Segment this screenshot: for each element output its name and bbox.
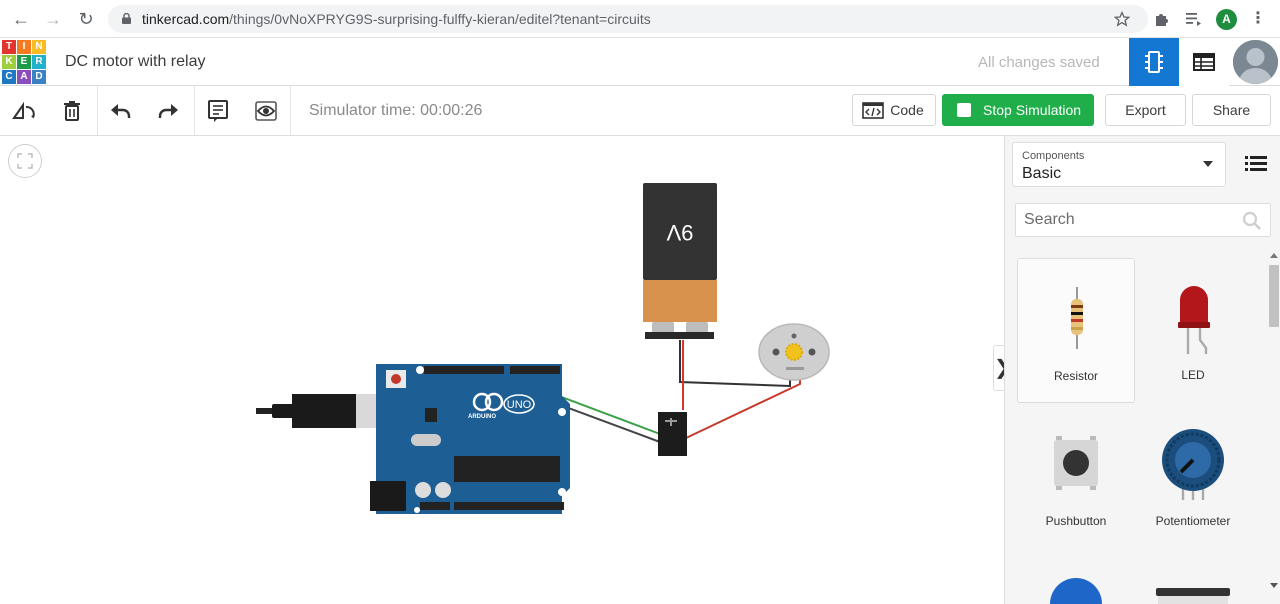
components-dropdown-label: Components [1022, 150, 1085, 162]
component-pushbutton[interactable]: Pushbutton [1017, 404, 1135, 549]
logo-letter-tile: T [2, 40, 16, 54]
component-name: Pushbutton [1045, 514, 1107, 528]
components-dropdown[interactable]: Components Basic [1012, 142, 1226, 187]
battery-9v [643, 183, 717, 339]
dc-motor [758, 323, 830, 381]
share-button[interactable]: Share [1192, 94, 1271, 126]
user-silhouette-icon [1233, 40, 1278, 84]
delete-icon[interactable] [59, 98, 85, 124]
user-avatar[interactable] [1233, 40, 1278, 84]
stop-simulation-button[interactable]: Stop Simulation [942, 94, 1094, 126]
component-search[interactable] [1015, 203, 1271, 237]
stop-icon [957, 103, 971, 117]
circuit-view-button[interactable] [1129, 38, 1179, 86]
reload-icon[interactable]: ↻ [76, 9, 96, 29]
reading-list-icon[interactable] [1185, 10, 1203, 28]
browser-menu-icon[interactable]: ⋮ [1248, 9, 1268, 29]
code-button-label: Code [890, 102, 924, 118]
extensions-icon[interactable] [1153, 10, 1171, 28]
component-resistor[interactable]: Resistor [1017, 258, 1135, 403]
schematic-view-button[interactable] [1179, 38, 1229, 86]
battery-label: 9V [666, 220, 693, 245]
pushbutton-icon [1054, 436, 1098, 490]
code-icon [862, 102, 884, 119]
profile-avatar[interactable]: A [1216, 9, 1237, 30]
scroll-down-icon[interactable] [1270, 583, 1278, 588]
components-panel: Components Basic Resistor [1004, 136, 1280, 604]
arduino-model: UNO [507, 399, 532, 411]
tinkercad-logo[interactable]: TIN KER CAD [2, 40, 46, 84]
arduino-uno [370, 364, 570, 514]
rotate-icon[interactable] [11, 98, 37, 124]
logo-letter-tile: A [17, 70, 31, 84]
notes-icon[interactable] [205, 98, 231, 124]
url-text: tinkercad.com/things/0vNoXPRYG9S-surpris… [142, 11, 651, 27]
back-icon[interactable]: ← [11, 9, 31, 29]
bookmark-star-icon[interactable] [1114, 11, 1130, 27]
logo-letter-tile: E [17, 55, 31, 69]
code-button[interactable]: Code [852, 94, 936, 126]
browser-toolbar: ← → ↻ tinkercad.com/things/0vNoXPRYG9S-s… [0, 0, 1280, 38]
relay [658, 412, 687, 456]
toolbar-divider [290, 86, 291, 136]
editor-toolbar: Simulator time: 00:00:26 Code Stop Simul… [0, 86, 1280, 136]
url-path: /things/0vNoXPRYG9S-surprising-fulffy-ki… [229, 11, 651, 27]
url-domain: tinkercad.com [142, 11, 230, 27]
wire-red-motor [685, 380, 801, 439]
toolbar-divider [194, 86, 195, 136]
potentiometer-icon [1162, 429, 1224, 500]
panel-scrollbar[interactable] [1267, 253, 1280, 604]
search-input[interactable] [1016, 204, 1236, 236]
resistor-icon [1071, 287, 1083, 349]
export-button[interactable]: Export [1105, 94, 1186, 126]
save-status: All changes saved [978, 54, 1100, 71]
stop-simulation-label: Stop Simulation [983, 102, 1082, 118]
component-name: Resistor [1053, 369, 1098, 383]
led-icon [1178, 286, 1210, 354]
component-name: LED [1181, 368, 1205, 382]
lock-icon [122, 13, 131, 24]
blue-component-icon [1050, 578, 1102, 604]
toolbar-divider [97, 86, 98, 136]
circuit-canvas[interactable]: 9V ARDUINO UNO ❯ [0, 136, 1011, 604]
address-bar[interactable]: tinkercad.com/things/0vNoXPRYG9S-surpris… [108, 5, 1148, 33]
scroll-up-icon[interactable] [1270, 253, 1278, 258]
arduino-brand: ARDUINO [468, 414, 496, 420]
redo-icon[interactable] [155, 98, 181, 124]
design-title[interactable]: DC motor with relay [65, 53, 205, 71]
circuit-drawing: 9V ARDUINO UNO [256, 183, 830, 514]
logo-letter-tile: D [32, 70, 46, 84]
breadboard-icon [1145, 51, 1163, 73]
visibility-icon[interactable] [253, 98, 279, 124]
slide-component-icon [1156, 588, 1230, 604]
components-dropdown-value: Basic [1022, 165, 1062, 182]
scroll-thumb[interactable] [1269, 265, 1279, 327]
dropdown-caret-icon [1203, 161, 1213, 167]
logo-letter-tile: R [32, 55, 46, 69]
simulator-time: Simulator time: 00:00:26 [309, 102, 483, 119]
logo-letter-tile: C [2, 70, 16, 84]
logo-letter-tile: K [2, 55, 16, 69]
table-icon [1193, 53, 1215, 71]
component-potentiometer[interactable]: Potentiometer [1134, 404, 1252, 549]
forward-icon[interactable]: → [43, 9, 63, 29]
search-icon[interactable] [1242, 211, 1262, 231]
component-led[interactable]: LED [1134, 258, 1252, 403]
app-header: TIN KER CAD DC motor with relay All change… [0, 38, 1280, 86]
logo-letter-tile: N [32, 40, 46, 54]
logo-letter-tile: I [17, 40, 31, 54]
undo-icon[interactable] [108, 98, 134, 124]
list-view-icon[interactable] [1243, 152, 1269, 174]
component-name: Potentiometer [1155, 514, 1231, 528]
